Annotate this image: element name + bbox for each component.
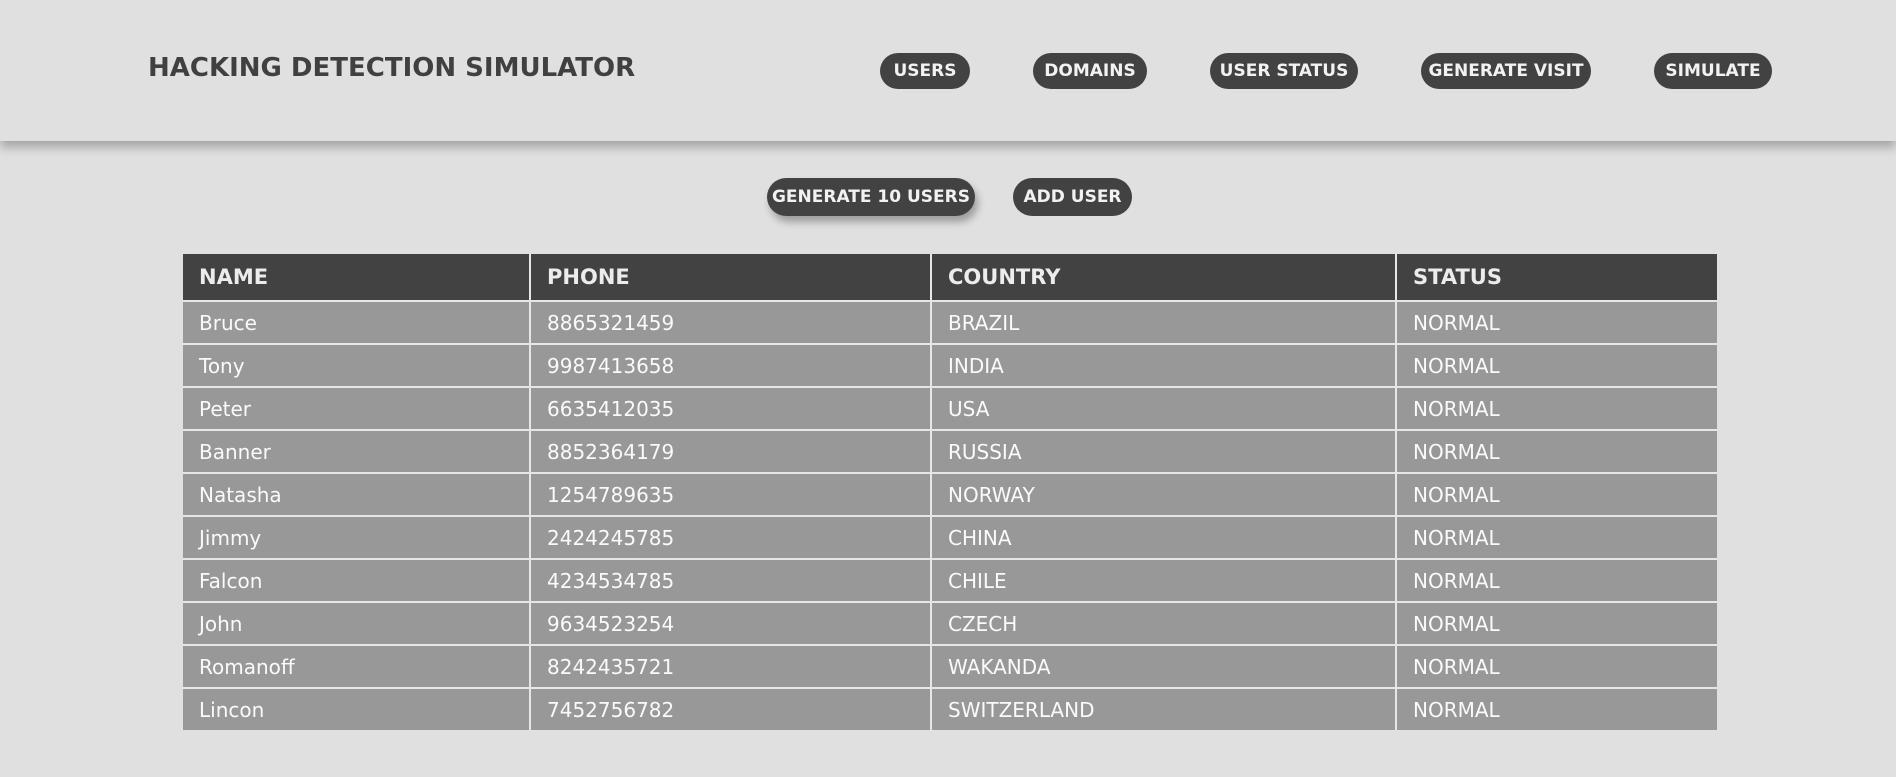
- user-actions: GENERATE 10 USERS ADD USER: [0, 178, 1896, 216]
- cell-phone: 7452756782: [529, 687, 932, 730]
- cell-status: NORMAL: [1395, 472, 1717, 517]
- cell-phone: 8852364179: [529, 429, 932, 474]
- column-header-phone: PHONE: [529, 254, 932, 302]
- nav-user-status-button[interactable]: USER STATUS: [1210, 53, 1358, 89]
- nav-users-button[interactable]: USERS: [880, 53, 970, 89]
- nav-domains-button[interactable]: DOMAINS: [1033, 53, 1147, 89]
- cell-name: Tony: [183, 343, 531, 388]
- users-table: NAME PHONE COUNTRY STATUS Bruce 886532145…: [183, 254, 1717, 730]
- cell-name: Falcon: [183, 558, 531, 603]
- generate-10-users-button[interactable]: GENERATE 10 USERS: [767, 178, 975, 216]
- cell-country: SWITZERLAND: [930, 687, 1397, 730]
- cell-name: Romanoff: [183, 644, 531, 689]
- table-header-row: NAME PHONE COUNTRY STATUS: [183, 254, 1717, 302]
- app-title: HACKING DETECTION SIMULATOR: [148, 53, 636, 83]
- table-row: Lincon 7452756782 SWITZERLAND NORMAL: [183, 687, 1717, 730]
- cell-phone: 8865321459: [529, 300, 932, 345]
- cell-country: BRAZIL: [930, 300, 1397, 345]
- cell-status: NORMAL: [1395, 429, 1717, 474]
- cell-status: NORMAL: [1395, 343, 1717, 388]
- table-row: Banner 8852364179 RUSSIA NORMAL: [183, 429, 1717, 474]
- cell-phone: 9634523254: [529, 601, 932, 646]
- cell-name: Bruce: [183, 300, 531, 345]
- cell-phone: 1254789635: [529, 472, 932, 517]
- cell-country: CZECH: [930, 601, 1397, 646]
- app-header: HACKING DETECTION SIMULATOR USERS DOMAIN…: [0, 0, 1896, 141]
- cell-country: CHINA: [930, 515, 1397, 560]
- cell-name: Lincon: [183, 687, 531, 730]
- cell-country: RUSSIA: [930, 429, 1397, 474]
- cell-status: NORMAL: [1395, 300, 1717, 345]
- cell-status: NORMAL: [1395, 515, 1717, 560]
- cell-phone: 9987413658: [529, 343, 932, 388]
- table-row: Natasha 1254789635 NORWAY NORMAL: [183, 472, 1717, 517]
- table-row: Bruce 8865321459 BRAZIL NORMAL: [183, 300, 1717, 345]
- cell-phone: 4234534785: [529, 558, 932, 603]
- cell-name: Natasha: [183, 472, 531, 517]
- table-row: Tony 9987413658 INDIA NORMAL: [183, 343, 1717, 388]
- nav-simulate-button[interactable]: SIMULATE: [1654, 53, 1772, 89]
- cell-country: NORWAY: [930, 472, 1397, 517]
- cell-status: NORMAL: [1395, 558, 1717, 603]
- cell-phone: 2424245785: [529, 515, 932, 560]
- cell-country: CHILE: [930, 558, 1397, 603]
- users-table-body: Bruce 8865321459 BRAZIL NORMAL Tony 998741365…: [183, 300, 1717, 730]
- table-row: Romanoff 8242435721 WAKANDA NORMAL: [183, 644, 1717, 689]
- table-row: Jimmy 2424245785 CHINA NORMAL: [183, 515, 1717, 560]
- cell-name: Banner: [183, 429, 531, 474]
- cell-country: USA: [930, 386, 1397, 431]
- nav-generate-visit-button[interactable]: GENERATE VISIT: [1421, 53, 1591, 89]
- cell-name: John: [183, 601, 531, 646]
- cell-status: NORMAL: [1395, 601, 1717, 646]
- table-row: Peter 6635412035 USA NORMAL: [183, 386, 1717, 431]
- cell-status: NORMAL: [1395, 687, 1717, 730]
- column-header-country: COUNTRY: [930, 254, 1397, 302]
- cell-name: Jimmy: [183, 515, 531, 560]
- cell-phone: 6635412035: [529, 386, 932, 431]
- cell-country: WAKANDA: [930, 644, 1397, 689]
- column-header-name: NAME: [183, 254, 531, 302]
- cell-country: INDIA: [930, 343, 1397, 388]
- table-row: Falcon 4234534785 CHILE NORMAL: [183, 558, 1717, 603]
- cell-name: Peter: [183, 386, 531, 431]
- cell-status: NORMAL: [1395, 644, 1717, 689]
- cell-status: NORMAL: [1395, 386, 1717, 431]
- add-user-button[interactable]: ADD USER: [1013, 178, 1132, 216]
- cell-phone: 8242435721: [529, 644, 932, 689]
- column-header-status: STATUS: [1395, 254, 1717, 302]
- table-row: John 9634523254 CZECH NORMAL: [183, 601, 1717, 646]
